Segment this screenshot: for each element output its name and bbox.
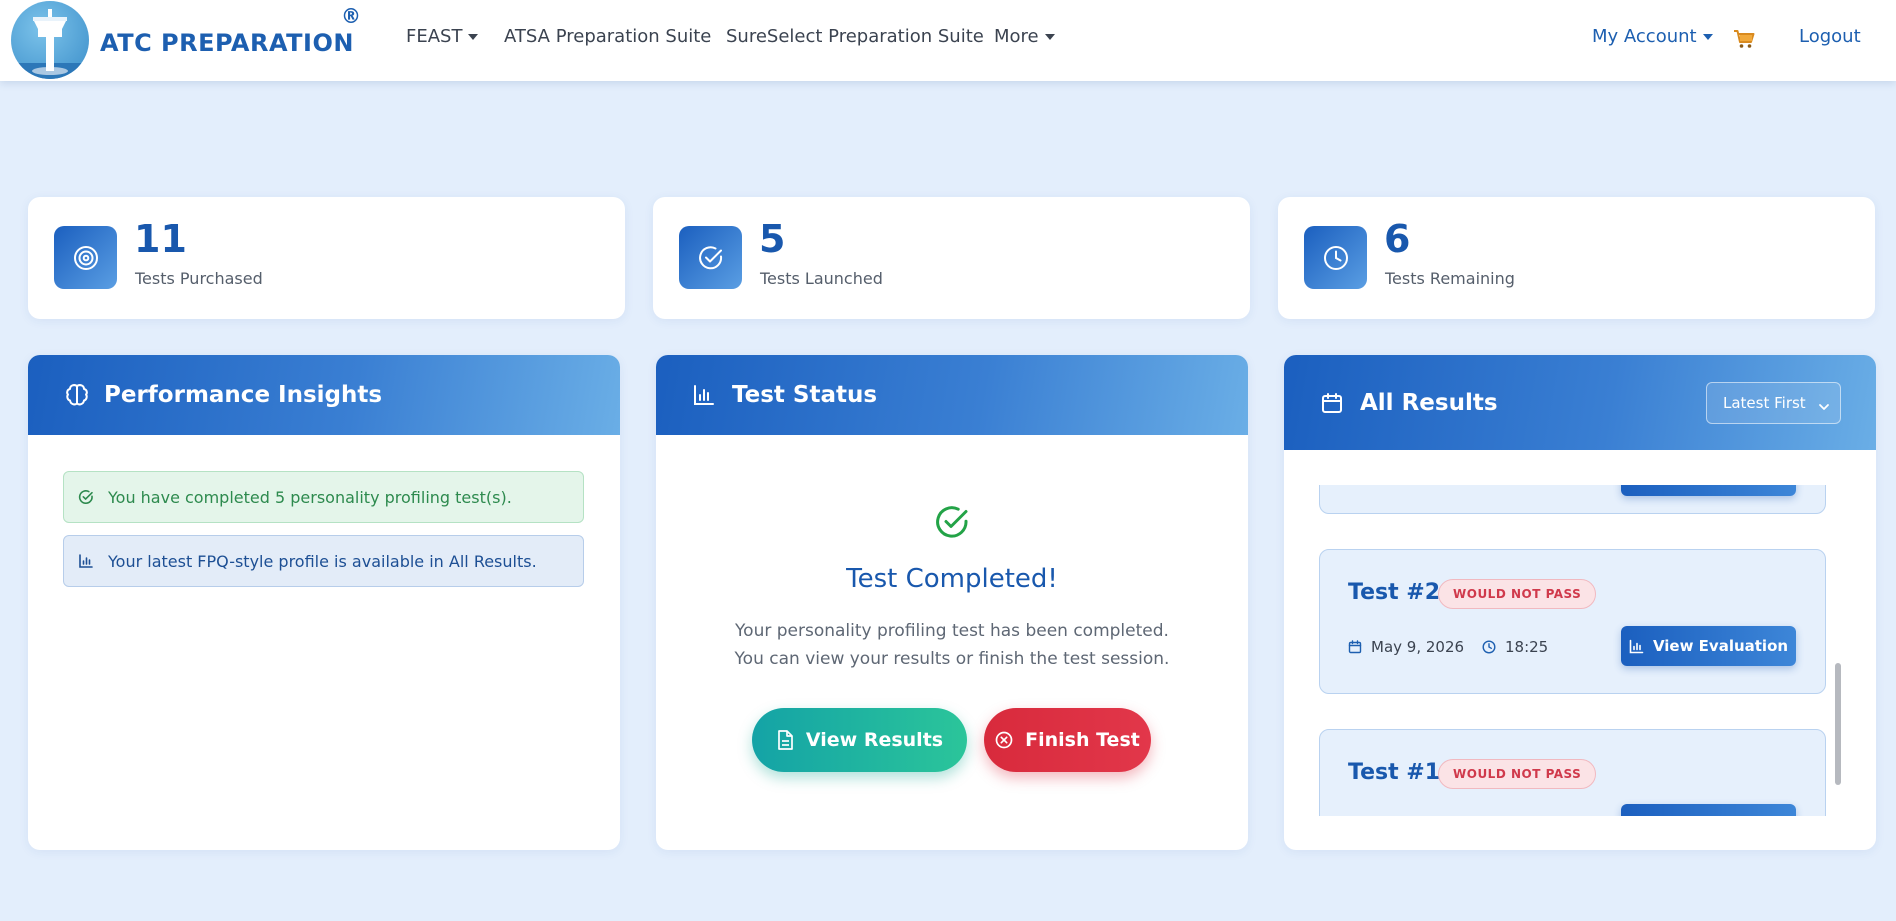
- scrollbar-thumb[interactable]: [1835, 663, 1841, 785]
- control-tower-logo: [11, 1, 89, 79]
- result-time: 18:25: [1482, 638, 1548, 656]
- bar-chart-icon: [78, 552, 96, 570]
- chevron-down-icon: [1818, 398, 1830, 416]
- panel-title: All Results: [1360, 389, 1498, 416]
- nav-more[interactable]: More: [994, 26, 1055, 47]
- check-circle-icon: [679, 226, 742, 289]
- performance-insights-panel: Performance Insights You have completed …: [28, 355, 620, 850]
- nav-feast[interactable]: FEAST: [406, 26, 479, 47]
- alert-text: Your latest FPQ-style profile is availab…: [108, 551, 537, 571]
- nav-sureselect-label: SureSelect Preparation Suite: [726, 26, 984, 47]
- result-date-text: May 9, 2026: [1371, 638, 1465, 656]
- calendar-icon: [1320, 390, 1346, 416]
- registered-mark: ®: [341, 4, 361, 28]
- sort-order-select[interactable]: Latest First: [1706, 382, 1841, 424]
- cart-icon[interactable]: [1733, 28, 1755, 54]
- logout-label: Logout: [1799, 26, 1861, 47]
- calendar-icon: [1348, 640, 1362, 654]
- nav-more-label: More: [994, 26, 1039, 47]
- stat-card-launched: 5 Tests Launched: [653, 197, 1250, 319]
- finish-test-button[interactable]: Finish Test: [984, 708, 1151, 772]
- caret-down-icon: [468, 34, 479, 40]
- test-status-panel: Test Status Test Completed! Your persona…: [656, 355, 1248, 850]
- status-badge: WOULD NOT PASS: [1438, 579, 1597, 609]
- result-title: Test #2: [1348, 580, 1441, 605]
- result-date: May 9, 2026: [1348, 638, 1464, 656]
- brain-icon: [64, 382, 90, 408]
- test-completed-heading: Test Completed!: [846, 564, 1058, 594]
- alert-text: You have completed 5 personality profili…: [108, 487, 512, 507]
- nav-my-account[interactable]: My Account: [1592, 26, 1713, 47]
- completed-tests-alert: You have completed 5 personality profili…: [63, 471, 584, 523]
- view-evaluation-button[interactable]: View Evaluation: [1621, 626, 1796, 666]
- nav-feast-label: FEAST: [406, 26, 463, 47]
- panel-header: All Results Latest First: [1284, 355, 1876, 450]
- result-time-text: 18:25: [1505, 638, 1549, 656]
- panel-header: Test Status: [656, 355, 1248, 435]
- clock-icon: [1482, 640, 1496, 654]
- check-circle-icon: [934, 505, 970, 545]
- view-results-label: View Results: [805, 729, 944, 751]
- panel-title: Test Status: [732, 382, 878, 408]
- tests-remaining-count: 6: [1384, 217, 1411, 261]
- panel-title: Performance Insights: [104, 382, 383, 408]
- check-circle-icon: [78, 488, 96, 506]
- caret-down-icon: [1044, 34, 1055, 40]
- clock-icon: [1304, 226, 1367, 289]
- target-icon: [54, 226, 117, 289]
- brand-name: ATC PREPARATION: [100, 29, 354, 57]
- result-title: Test #1: [1348, 760, 1441, 785]
- stat-card-remaining: 6 Tests Remaining: [1278, 197, 1875, 319]
- caret-down-icon: [1702, 34, 1713, 40]
- result-card: [1319, 485, 1826, 514]
- sort-selected-value: Latest First: [1723, 394, 1806, 412]
- results-scrollbar[interactable]: [1835, 485, 1841, 816]
- view-evaluation-button[interactable]: [1621, 804, 1796, 816]
- tests-purchased-count: 11: [134, 217, 187, 261]
- logout-link[interactable]: Logout: [1799, 26, 1861, 47]
- nav-account-label: My Account: [1592, 26, 1697, 47]
- document-icon: [776, 730, 794, 750]
- results-list[interactable]: Test #2 WOULD NOT PASS May 9, 2026 18:25: [1319, 485, 1829, 816]
- finish-test-label: Finish Test: [1025, 729, 1140, 751]
- tests-launched-count: 5: [759, 217, 786, 261]
- bar-chart-icon: [692, 382, 718, 408]
- profile-available-alert: Your latest FPQ-style profile is availab…: [63, 535, 584, 587]
- brand[interactable]: ATC PREPARATION: [11, 1, 354, 79]
- view-results-button[interactable]: View Results: [752, 708, 967, 772]
- nav-atsa-label: ATSA Preparation Suite: [504, 26, 712, 47]
- close-circle-icon: [995, 731, 1013, 749]
- tests-remaining-label: Tests Remaining: [1385, 269, 1515, 288]
- top-navbar: ATC PREPARATION ® FEAST ATSA Preparation…: [0, 0, 1896, 81]
- nav-atsa-suite[interactable]: ATSA Preparation Suite: [504, 26, 711, 47]
- view-evaluation-label: View Evaluation: [1652, 637, 1789, 655]
- nav-sureselect-suite[interactable]: SureSelect Preparation Suite: [726, 26, 984, 47]
- stat-card-purchased: 11 Tests Purchased: [28, 197, 625, 319]
- result-card: Test #2 WOULD NOT PASS May 9, 2026 18:25: [1319, 549, 1826, 694]
- view-evaluation-button[interactable]: [1621, 485, 1796, 496]
- tests-purchased-label: Tests Purchased: [135, 269, 263, 288]
- panel-header: Performance Insights: [28, 355, 620, 435]
- bar-chart-icon: [1629, 639, 1644, 654]
- tests-launched-label: Tests Launched: [760, 269, 883, 288]
- result-card: Test #1 WOULD NOT PASS: [1319, 729, 1826, 816]
- all-results-panel: All Results Latest First Test #2 WOULD N…: [1284, 355, 1876, 850]
- status-badge: WOULD NOT PASS: [1438, 759, 1597, 789]
- test-completed-description: Your personality profiling test has been…: [734, 621, 1170, 669]
